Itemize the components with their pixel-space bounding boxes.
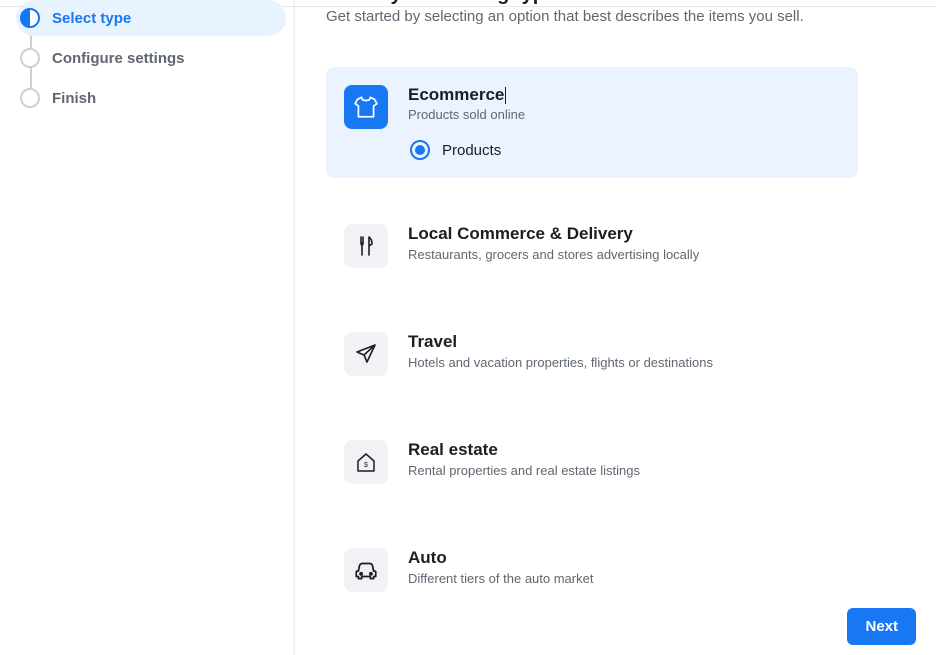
svg-text:$: $ bbox=[364, 462, 368, 469]
footer: Next bbox=[847, 608, 916, 645]
step-configure-settings[interactable]: Configure settings bbox=[16, 40, 286, 76]
option-title: Ecommerce bbox=[408, 85, 840, 105]
option-real-estate[interactable]: $ Real estate Rental properties and real… bbox=[326, 422, 858, 502]
option-desc: Rental properties and real estate listin… bbox=[408, 463, 840, 478]
step-label: Select type bbox=[52, 10, 131, 27]
option-desc: Products sold online bbox=[408, 107, 840, 122]
step-indicator-icon bbox=[20, 48, 40, 68]
step-label: Configure settings bbox=[52, 50, 185, 67]
step-list: Select type Configure settings Finish bbox=[16, 0, 286, 116]
tshirt-icon bbox=[344, 85, 388, 129]
plane-icon bbox=[344, 332, 388, 376]
house-icon: $ bbox=[344, 440, 388, 484]
step-indicator-icon bbox=[20, 88, 40, 108]
option-title: Local Commerce & Delivery bbox=[408, 224, 840, 244]
text-cursor bbox=[505, 87, 506, 104]
step-label: Finish bbox=[52, 90, 96, 107]
option-title: Auto bbox=[408, 548, 840, 568]
next-button[interactable]: Next bbox=[847, 608, 916, 645]
option-travel[interactable]: Travel Hotels and vacation properties, f… bbox=[326, 314, 858, 394]
step-select-type[interactable]: Select type bbox=[16, 0, 286, 36]
page-title: Select your catalog type bbox=[326, 0, 916, 4]
page-subtitle: Get started by selecting an option that … bbox=[326, 8, 916, 25]
option-desc: Different tiers of the auto market bbox=[408, 571, 840, 586]
option-auto[interactable]: Auto Different tiers of the auto market bbox=[326, 530, 858, 610]
option-title: Travel bbox=[408, 332, 840, 352]
sidebar: Select type Configure settings Finish bbox=[0, 0, 296, 655]
utensils-icon bbox=[344, 224, 388, 268]
car-icon bbox=[344, 548, 388, 592]
option-local-commerce[interactable]: Local Commerce & Delivery Restaurants, g… bbox=[326, 206, 858, 286]
radio-label: Products bbox=[442, 142, 501, 159]
catalog-type-options: Ecommerce Products sold online Products bbox=[326, 67, 858, 655]
option-desc: Hotels and vacation properties, flights … bbox=[408, 355, 840, 370]
option-entertainment[interactable]: Entertainment and media Media titles lik… bbox=[326, 638, 858, 655]
step-indicator-icon bbox=[20, 8, 40, 28]
option-ecommerce[interactable]: Ecommerce Products sold online Products bbox=[326, 67, 858, 178]
radio-icon bbox=[410, 140, 430, 160]
main-content: Select your catalog type Get started by … bbox=[296, 0, 936, 655]
option-title: Real estate bbox=[408, 440, 840, 460]
radio-products[interactable]: Products bbox=[410, 140, 840, 160]
option-desc: Restaurants, grocers and stores advertis… bbox=[408, 247, 840, 262]
step-finish[interactable]: Finish bbox=[16, 80, 286, 116]
